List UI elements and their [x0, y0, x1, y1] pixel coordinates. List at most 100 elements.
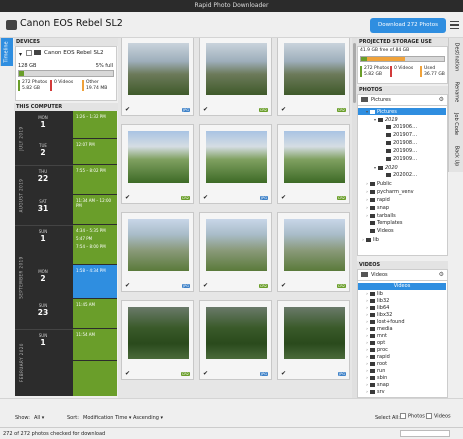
- thumbnail[interactable]: ✔ CR2: [277, 212, 350, 292]
- show-dropdown[interactable]: All ▾: [34, 415, 44, 421]
- tree-item[interactable]: › snap: [358, 204, 446, 211]
- tree-item[interactable]: › Public: [358, 180, 446, 187]
- tree-item[interactable]: › mnt: [358, 332, 446, 339]
- thumbnail[interactable]: ✔ CR2: [121, 124, 194, 204]
- thumbnail-checkbox[interactable]: ✔: [203, 106, 208, 113]
- timeline-times[interactable]: 1:58 – 4:34 PM: [73, 265, 117, 298]
- tree-item[interactable]: 201906…: [358, 124, 446, 131]
- tree-item[interactable]: 201909…: [358, 156, 446, 163]
- chevron-down-icon[interactable]: ▾: [19, 51, 22, 58]
- thumbnail-checkbox[interactable]: ✔: [281, 282, 286, 289]
- thumbnail-checkbox[interactable]: ✔: [125, 370, 130, 377]
- thumbnail-checkbox[interactable]: ✔: [203, 194, 208, 201]
- thumbnail[interactable]: ✔ JPG: [277, 300, 350, 380]
- tree-item[interactable]: ▾ 2019: [358, 116, 446, 123]
- tab-destination[interactable]: Destination: [448, 38, 463, 76]
- tree-item-label: Public: [377, 181, 392, 187]
- tree-item[interactable]: › lib64: [358, 304, 446, 311]
- timeline-times[interactable]: 11:45 AM: [73, 299, 117, 328]
- day-number: 1: [40, 234, 46, 243]
- timeline-times[interactable]: 7:55 – 8:02 PM: [73, 165, 117, 194]
- videos-destination-name: Videos: [371, 272, 388, 278]
- timeline-row[interactable]: SUN 1 4:34 – 5:35 PM 5:47 PM 7:54 – 8:00 PM: [15, 225, 117, 265]
- timeline-times[interactable]: 11:54 AM: [73, 329, 117, 360]
- tree-item[interactable]: Videos: [358, 283, 446, 290]
- tree-item[interactable]: 201908…: [358, 140, 446, 147]
- tab-rename[interactable]: Rename: [448, 76, 463, 108]
- timeline-times[interactable]: 12:07 PM: [73, 139, 117, 164]
- timeline-times[interactable]: 1:26 – 1:32 PM: [73, 111, 117, 138]
- tree-item[interactable]: › rapid: [358, 353, 446, 360]
- thumbnail-checkbox[interactable]: ✔: [281, 106, 286, 113]
- thumbnail-checkbox[interactable]: ✔: [125, 194, 130, 201]
- tree-item[interactable]: › snap: [358, 381, 446, 388]
- sort-dropdown[interactable]: Modification Time ▾: [83, 415, 131, 421]
- tree-item[interactable]: › libx32: [358, 311, 446, 318]
- thumbnail-checkbox[interactable]: ✔: [125, 282, 130, 289]
- tree-item[interactable]: › proc: [358, 346, 446, 353]
- tree-item[interactable]: › lib32: [358, 297, 446, 304]
- tab-back-up[interactable]: Back Up: [448, 140, 463, 172]
- thumbnail-checkbox[interactable]: ✔: [281, 370, 286, 377]
- timeline-date: SUN 1: [29, 333, 57, 347]
- tree-item[interactable]: › lib: [358, 236, 446, 243]
- timeline-date: MON 2: [29, 269, 57, 283]
- tree-item[interactable]: › root: [358, 360, 446, 367]
- tree-item[interactable]: 201907…: [358, 132, 446, 139]
- thumbnail[interactable]: ✔ JPG: [121, 212, 194, 292]
- photos-checkbox[interactable]: Photos: [400, 413, 425, 420]
- thumbnail[interactable]: ✔ CR2: [277, 124, 350, 204]
- timeline-row[interactable]: SAT 31 11:34 AM – 12:00 PM: [15, 195, 117, 225]
- tree-item[interactable]: › sbin: [358, 374, 446, 381]
- thumbnail[interactable]: ✔ JPG: [121, 38, 194, 116]
- thumbnail[interactable]: ✔ CR2: [199, 38, 272, 116]
- timeline-row[interactable]: MON 1 1:26 – 1:32 PM: [15, 111, 117, 139]
- tree-item[interactable]: › srv: [358, 388, 446, 395]
- sort-label: Sort:: [67, 415, 79, 421]
- timeline-row[interactable]: SUN 1 11:54 AM: [15, 329, 117, 361]
- tree-item[interactable]: › lost+found: [358, 318, 446, 325]
- tree-item[interactable]: 201909…: [358, 148, 446, 155]
- tab-timeline[interactable]: Timeline: [0, 38, 13, 66]
- tab-job-code[interactable]: Job Code: [448, 108, 463, 140]
- timeline-row[interactable]: MON 2 1:58 – 4:34 PM: [15, 265, 117, 299]
- thumbnail-checkbox[interactable]: ✔: [203, 370, 208, 377]
- tree-item[interactable]: › pycharm_venv: [358, 188, 446, 195]
- tree-item[interactable]: 202002…: [358, 172, 446, 179]
- thumbnail[interactable]: ✔ JPG: [199, 124, 272, 204]
- timeline-date: SUN 23: [29, 303, 57, 317]
- timeline-times[interactable]: 4:34 – 5:35 PM 5:47 PM 7:54 – 8:00 PM: [73, 225, 117, 264]
- timeline-row[interactable]: TUE 2 12:07 PM: [15, 139, 117, 165]
- thumbnail-checkbox[interactable]: ✔: [281, 194, 286, 201]
- tree-item[interactable]: ▾ 2020: [358, 164, 446, 171]
- tree-item-label: Videos: [377, 228, 394, 234]
- thumbnail[interactable]: ✔ CR2: [277, 38, 350, 116]
- order-dropdown[interactable]: Ascending ▾: [133, 415, 163, 421]
- status-bar: 272 of 272 photos checked for download: [0, 427, 463, 439]
- tree-item[interactable]: › rapid: [358, 196, 446, 203]
- tree-item[interactable]: › lib: [358, 290, 446, 297]
- tree-item[interactable]: › media: [358, 325, 446, 332]
- thumbnail-checkbox[interactable]: ✔: [203, 282, 208, 289]
- menu-icon[interactable]: [450, 21, 459, 30]
- tree-item[interactable]: Videos: [358, 228, 446, 235]
- gear-icon[interactable]: ⚙: [439, 96, 444, 103]
- device-checkbox[interactable]: [26, 50, 34, 57]
- timeline-row[interactable]: SUN 23 11:45 AM: [15, 299, 117, 329]
- thumbnail-checkbox[interactable]: ✔: [125, 106, 130, 113]
- tree-item[interactable]: › tarballs: [358, 212, 446, 219]
- tree-item[interactable]: › run: [358, 367, 446, 374]
- tree-item[interactable]: › opt: [358, 339, 446, 346]
- videos-checkbox[interactable]: Videos: [426, 413, 451, 420]
- thumbnail[interactable]: ✔ CR2: [121, 300, 194, 380]
- tree-item[interactable]: ▾ Pictures: [358, 108, 446, 115]
- videos-header: VIDEOS: [357, 261, 448, 269]
- thumbnail[interactable]: ✔ CR2: [199, 212, 272, 292]
- timeline-times[interactable]: 11:34 AM – 12:00 PM: [73, 195, 117, 224]
- timeline-row[interactable]: THU 22 7:55 – 8:02 PM: [15, 165, 117, 195]
- thumbnail[interactable]: ✔ JPG: [199, 300, 272, 380]
- photo-thumbnail-image: [206, 307, 267, 359]
- download-button[interactable]: Download 272 Photos: [370, 18, 446, 33]
- tree-item[interactable]: Templates: [358, 220, 446, 227]
- gear-icon[interactable]: ⚙: [439, 271, 444, 278]
